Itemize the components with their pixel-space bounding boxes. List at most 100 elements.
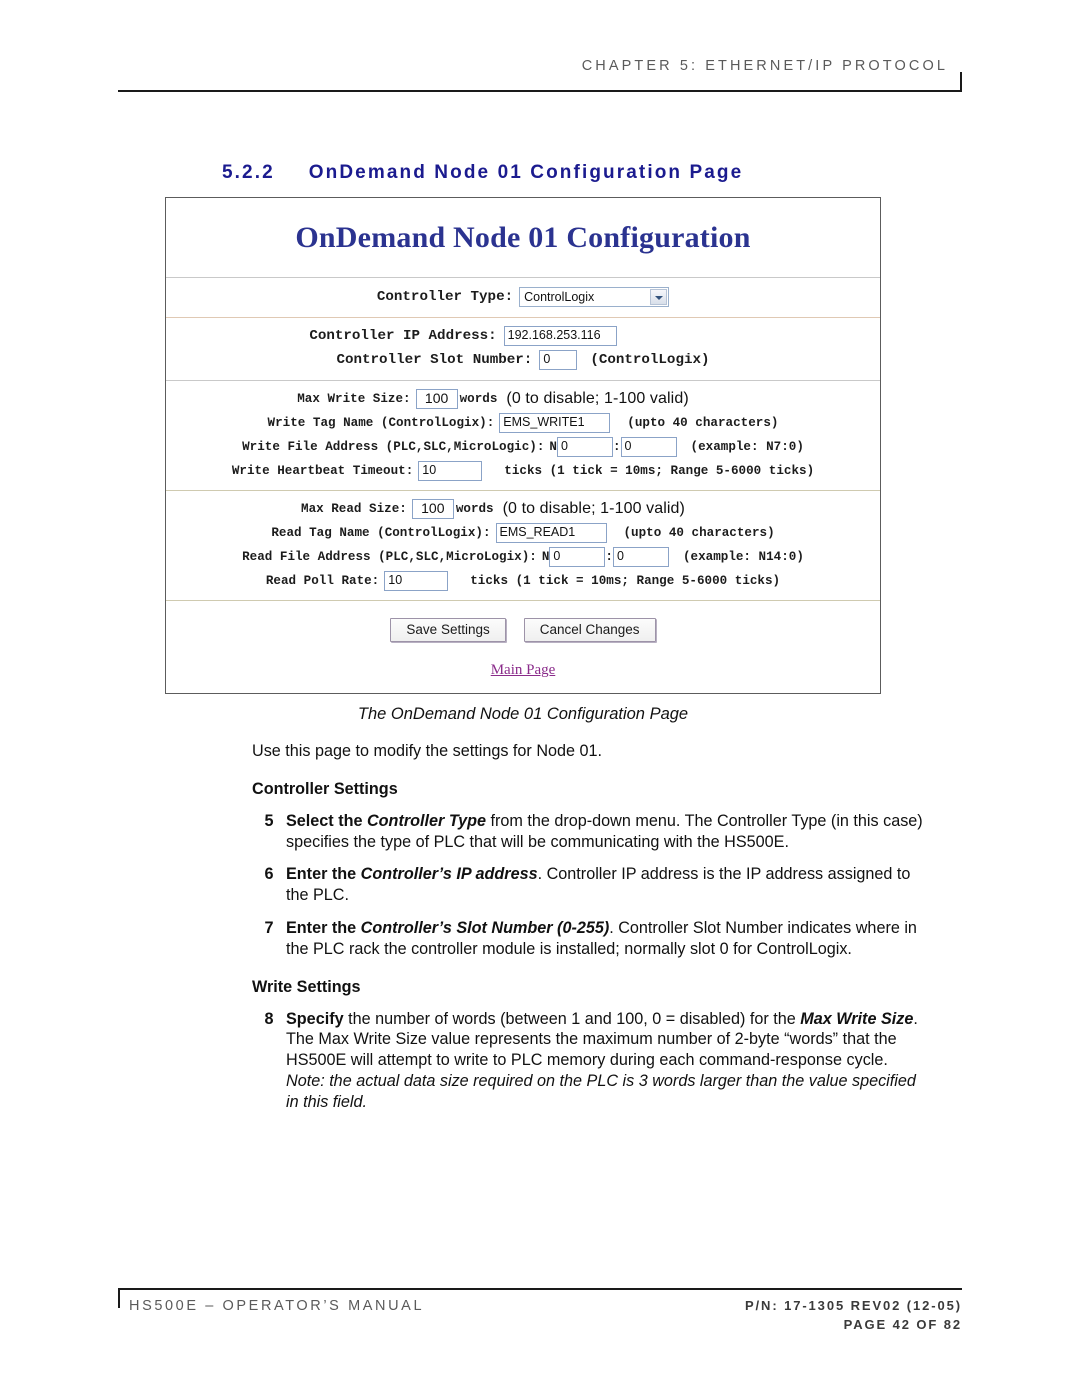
- write-file-address-row: Write File Address (PLC,SLC,MicroLogic):…: [166, 435, 880, 459]
- list-item: 5 Select the Controller Type from the dr…: [252, 811, 924, 853]
- read-tag-name-input[interactable]: EMS_READ1: [495, 523, 607, 543]
- save-settings-button[interactable]: Save Settings: [390, 618, 506, 642]
- list-item-text: Enter the Controller’s IP address. Contr…: [286, 864, 924, 906]
- write-heartbeat-input[interactable]: 10: [418, 461, 483, 481]
- read-poll-rate-hint: ticks (1 tick = 10ms; Range 5-6000 ticks…: [470, 574, 781, 588]
- list-item-number: 5: [264, 811, 274, 830]
- write-heartbeat-row: Write Heartbeat Timeout: 10 ticks (1 tic…: [166, 459, 880, 483]
- read-file-address-row: Read File Address (PLC,SLC,MicroLogix): …: [166, 545, 880, 569]
- item-lead-word: Specify: [286, 1009, 344, 1028]
- list-item-text: Select the Controller Type from the drop…: [286, 811, 924, 853]
- controller-slot-label: Controller Slot Number:: [336, 352, 533, 368]
- list-item: 7 Enter the Controller’s Slot Number (0-…: [252, 918, 924, 960]
- footer-meta: P/N: 17-1305 REV02 (12-05) PAGE 42 OF 82: [745, 1298, 962, 1332]
- max-read-size-row: Max Read Size: 100 words (0 to disable; …: [166, 497, 880, 521]
- controller-type-label: Controller Type:: [376, 289, 514, 305]
- write-file-prefix: N: [549, 440, 557, 454]
- list-item-number: 6: [264, 865, 274, 884]
- read-file-number-input[interactable]: 0: [549, 547, 606, 567]
- read-file-address-hint: (example: N14:0): [682, 550, 804, 564]
- item-emphasis: Max Write Size: [800, 1009, 914, 1028]
- footer-part-number: P/N: 17-1305 REV02 (12-05): [744, 1298, 962, 1313]
- button-row: Save Settings Cancel Changes: [166, 618, 880, 642]
- write-file-number-input[interactable]: 0: [556, 437, 613, 457]
- item-mid-text: the: [333, 811, 367, 830]
- controller-ip-input[interactable]: 192.168.253.116: [503, 326, 617, 346]
- footer-manual-title: HS500E – OPERATOR’S MANUAL: [129, 1298, 425, 1314]
- write-tag-name-hint: (upto 40 characters): [627, 416, 779, 430]
- item-mid-text: the: [327, 865, 361, 884]
- item-emphasis: Controller’s IP address: [360, 865, 538, 884]
- footer-rule: [118, 1288, 962, 1290]
- list-item-number: 7: [264, 918, 274, 937]
- controller-type-row: Controller Type: ControlLogix: [166, 285, 880, 309]
- controller-slot-row: Controller Slot Number: 0 (ControlLogix): [166, 348, 880, 372]
- screenshot-title-band: OnDemand Node 01 Configuration: [166, 198, 880, 278]
- chapter-title: CHAPTER 5: ETHERNET/IP PROTOCOL: [581, 58, 948, 74]
- item-mid-text: the: [327, 918, 361, 937]
- footer-tick-mark: [118, 1288, 120, 1308]
- max-write-size-hint: (0 to disable; 1-100 valid): [506, 390, 689, 407]
- page-header: CHAPTER 5: ETHERNET/IP PROTOCOL: [118, 58, 962, 92]
- main-page-link[interactable]: Main Page: [491, 662, 556, 678]
- write-file-colon: :: [612, 440, 621, 454]
- controller-type-value: ControlLogix: [524, 290, 595, 304]
- read-tag-name-hint: (upto 40 characters): [623, 526, 775, 540]
- read-poll-rate-row: Read Poll Rate: 10 ticks (1 tick = 10ms;…: [166, 569, 880, 593]
- header-rule: [118, 90, 962, 92]
- section-title-text: OnDemand Node 01 Configuration Page: [308, 162, 744, 183]
- item-lead-word: Enter: [286, 865, 328, 884]
- item-emphasis: Controller’s Slot Number (0-255): [360, 918, 610, 937]
- write-file-address-hint: (example: N7:0): [690, 440, 804, 454]
- page-footer: HS500E – OPERATOR’S MANUAL P/N: 17-1305 …: [118, 1288, 962, 1344]
- read-settings-group: Max Read Size: 100 words (0 to disable; …: [166, 491, 880, 601]
- list-item-number: 8: [264, 1009, 274, 1028]
- max-write-size-label: Max Write Size:: [297, 392, 411, 406]
- max-read-size-input[interactable]: 100: [411, 499, 454, 519]
- figure-caption: The OnDemand Node 01 Configuration Page: [357, 705, 689, 723]
- max-read-size-hint: (0 to disable; 1-100 valid): [502, 500, 685, 517]
- controller-slot-input[interactable]: 0: [539, 350, 578, 370]
- screenshot-actions-group: Save Settings Cancel Changes Main Page: [166, 618, 880, 679]
- max-write-size-input[interactable]: 100: [415, 389, 458, 409]
- write-heartbeat-hint: ticks (1 tick = 10ms; Range 5-6000 ticks…: [504, 464, 815, 478]
- write-file-address-label: Write File Address (PLC,SLC,MicroLogic):: [242, 440, 545, 454]
- read-file-address-label: Read File Address (PLC,SLC,MicroLogix):: [242, 550, 537, 564]
- controller-address-group: Controller IP Address: 192.168.253.116 C…: [166, 318, 880, 381]
- write-tag-name-label: Write Tag Name (ControlLogix):: [267, 416, 495, 430]
- write-settings-group: Max Write Size: 100 words (0 to disable;…: [166, 381, 880, 491]
- controller-type-group: Controller Type: ControlLogix: [166, 278, 880, 318]
- write-file-offset-input[interactable]: 0: [620, 437, 677, 457]
- footer-page-number: PAGE 42 OF 82: [843, 1317, 962, 1332]
- item-lead-word: Select: [286, 811, 334, 830]
- cancel-changes-button[interactable]: Cancel Changes: [523, 618, 656, 642]
- controller-type-select[interactable]: ControlLogix: [519, 287, 670, 307]
- screenshot-page-title: OnDemand Node 01 Configuration: [295, 220, 751, 254]
- chevron-down-icon[interactable]: [650, 289, 668, 305]
- body-content: Use this page to modify the settings for…: [252, 741, 924, 1125]
- write-settings-heading: Write Settings: [252, 977, 361, 996]
- controller-slot-note: (ControlLogix): [590, 352, 710, 368]
- controller-settings-heading: Controller Settings: [252, 779, 398, 798]
- intro-paragraph: Use this page to modify the settings for…: [252, 742, 603, 760]
- list-item: 8 Specify the number of words (between 1…: [252, 1009, 924, 1113]
- read-file-prefix: N: [541, 550, 550, 564]
- read-tag-name-label: Read Tag Name (ControlLogix):: [271, 526, 491, 540]
- list-item-text: Specify the number of words (between 1 a…: [286, 1009, 924, 1113]
- section-number: 5.2.2: [222, 162, 275, 183]
- max-write-size-row: Max Write Size: 100 words (0 to disable;…: [166, 387, 880, 411]
- write-heartbeat-label: Write Heartbeat Timeout:: [231, 464, 414, 478]
- write-tag-name-input[interactable]: EMS_WRITE1: [499, 413, 611, 433]
- item-mid-text: the number of words (between 1 and 100, …: [343, 1009, 801, 1028]
- item-emphasis: Controller Type: [366, 811, 487, 830]
- read-poll-rate-input[interactable]: 10: [384, 571, 449, 591]
- max-read-size-units: words: [455, 502, 494, 516]
- read-file-offset-input[interactable]: 0: [612, 547, 669, 567]
- max-read-size-label: Max Read Size:: [301, 502, 407, 516]
- embedded-screenshot: OnDemand Node 01 Configuration Controlle…: [165, 197, 881, 694]
- item-lead-word: Enter: [286, 918, 328, 937]
- main-page-link-wrap: Main Page: [166, 661, 880, 679]
- section-heading: 5.2.2 OnDemand Node 01 Configuration Page: [222, 162, 743, 184]
- write-tag-name-row: Write Tag Name (ControlLogix): EMS_WRITE…: [166, 411, 880, 435]
- item-note: Note: the actual data size required on t…: [286, 1071, 916, 1111]
